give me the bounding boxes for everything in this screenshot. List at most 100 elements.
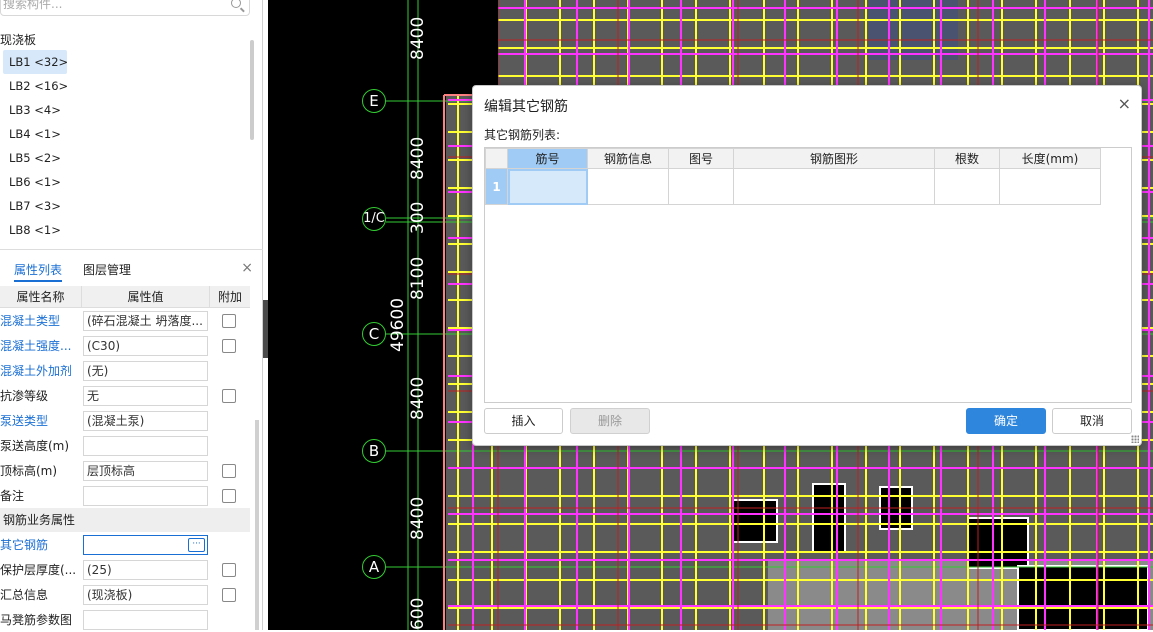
property-name: 抗渗等级 xyxy=(0,389,49,403)
col-length[interactable]: 长度(mm) xyxy=(999,148,1101,169)
search-input[interactable] xyxy=(1,0,211,15)
ok-button[interactable]: 确定 xyxy=(966,408,1046,434)
header-attach: 附加 xyxy=(217,290,242,304)
empty-area xyxy=(443,0,498,95)
panel-tabs: 属性列表 图层管理 × xyxy=(0,258,263,282)
property-value-field[interactable]: 层顶标高 xyxy=(83,460,208,481)
axis-bubble: A xyxy=(362,555,386,579)
property-row[interactable]: 备注 xyxy=(0,483,250,508)
component-item[interactable]: LB7 <3> xyxy=(3,194,67,218)
property-row[interactable]: 汇总信息 (现浇板) xyxy=(0,582,250,607)
cell-bar-info[interactable] xyxy=(587,168,669,205)
property-row[interactable]: 泵送类型 (混凝土泵) xyxy=(0,408,250,433)
corner-cell xyxy=(485,148,508,169)
property-row[interactable]: 混凝土外加剂 (无) xyxy=(0,358,250,383)
attach-checkbox[interactable] xyxy=(222,488,236,503)
component-item[interactable]: LB6 <1> xyxy=(3,170,67,194)
dimension-label: 8400 xyxy=(408,496,428,540)
list-scrollbar[interactable] xyxy=(250,40,254,140)
component-item[interactable]: LB1 <32> xyxy=(3,50,68,74)
attach-checkbox[interactable] xyxy=(222,313,236,328)
total-dimension-label: 49600 xyxy=(388,297,408,352)
ellipsis-button[interactable]: ··· xyxy=(188,537,205,552)
property-value-field[interactable]: (现浇板) xyxy=(83,584,208,605)
dialog-title: 编辑其它钢筋 xyxy=(484,99,568,115)
resize-grip-icon[interactable] xyxy=(1131,435,1139,443)
search-icon[interactable] xyxy=(231,0,241,8)
component-item[interactable]: LB8 <1> xyxy=(3,218,67,242)
property-row[interactable]: 抗渗等级 无 xyxy=(0,383,250,408)
cancel-button[interactable]: 取消 xyxy=(1052,408,1132,434)
header-value: 属性值 xyxy=(82,286,210,307)
property-row[interactable]: 顶标高(m) 层顶标高 xyxy=(0,458,250,483)
property-value-field[interactable] xyxy=(83,609,208,630)
property-value: 层顶标高 xyxy=(87,463,136,478)
property-group-rebar[interactable]: 钢筋业务属性 xyxy=(0,508,250,532)
property-table: 属性名称 属性值 附加 混凝土类型 (碎石混凝土 坍落度... 混凝土强度... (C… xyxy=(0,286,250,632)
property-row[interactable]: 混凝土强度... (C30) xyxy=(0,333,250,358)
attach-checkbox[interactable] xyxy=(222,587,236,602)
property-value: (C30) xyxy=(87,338,121,353)
tab-properties[interactable]: 属性列表 xyxy=(14,258,63,282)
column-block xyxy=(732,499,778,543)
property-value-field[interactable] xyxy=(83,435,208,456)
property-value: 无 xyxy=(87,388,100,403)
property-value-field[interactable]: (无) xyxy=(83,360,208,381)
property-header: 属性名称 属性值 附加 xyxy=(0,286,250,308)
property-row[interactable]: 保护层厚度(... (25) xyxy=(0,557,250,582)
property-name: 保护层厚度(... xyxy=(0,563,77,577)
component-item[interactable]: LB4 <1> xyxy=(3,122,67,146)
tree-group-label[interactable]: 现浇板 xyxy=(0,31,36,48)
property-value-field[interactable]: ··· xyxy=(83,534,208,555)
property-row[interactable]: 马凳筋参数图 xyxy=(0,607,250,632)
property-value-field[interactable]: (C30) xyxy=(83,335,208,356)
component-item[interactable]: LB2 <16> xyxy=(3,74,68,98)
axis-bubble: C xyxy=(362,322,386,346)
cell-figure-no[interactable] xyxy=(668,168,734,205)
col-bar-info[interactable]: 钢筋信息 xyxy=(587,148,669,169)
component-item[interactable]: LB3 <4> xyxy=(3,98,67,122)
attach-checkbox[interactable] xyxy=(222,388,236,403)
column-block xyxy=(812,483,846,553)
attach-checkbox[interactable] xyxy=(222,463,236,478)
col-figure-no[interactable]: 图号 xyxy=(668,148,734,169)
property-rows: 混凝土类型 (碎石混凝土 坍落度... 混凝土强度... (C30) 混凝土外加剂 (无)… xyxy=(0,308,250,508)
delete-button[interactable]: 删除 xyxy=(570,408,650,434)
rebar-table: 筋号 钢筋信息 图号 钢筋图形 根数 长度(mm) 1 xyxy=(485,148,1101,205)
col-bar-shape[interactable]: 钢筋图形 xyxy=(733,148,935,169)
property-value-field[interactable]: (25) xyxy=(83,559,208,580)
property-value: (现浇板) xyxy=(87,587,133,602)
panel-scrollbar[interactable] xyxy=(255,420,259,630)
property-row[interactable]: 泵送高度(m) xyxy=(0,433,250,458)
col-bar-no[interactable]: 筋号 xyxy=(507,148,588,169)
property-name: 泵送高度(m) xyxy=(0,439,70,453)
property-value-field[interactable]: 无 xyxy=(83,385,208,406)
close-icon[interactable]: × xyxy=(241,260,253,276)
property-row[interactable]: 混凝土类型 (碎石混凝土 坍落度... xyxy=(0,308,250,333)
property-value-field[interactable] xyxy=(83,485,208,506)
property-row[interactable]: 其它钢筋 ··· xyxy=(0,532,250,557)
attach-checkbox[interactable] xyxy=(222,562,236,577)
cell-length[interactable] xyxy=(999,168,1101,205)
cell-count[interactable] xyxy=(934,168,1000,205)
search-box[interactable] xyxy=(0,0,250,16)
tab-layers[interactable]: 图层管理 xyxy=(83,258,131,282)
component-item[interactable]: LB5 <2> xyxy=(3,146,67,170)
component-list: LB1 <32> LB2 <16> LB3 <4> LB4 <1> LB5 <2… xyxy=(0,50,250,242)
cell-bar-shape[interactable] xyxy=(733,168,935,205)
dimension-label: 8400 xyxy=(408,376,428,420)
property-name: 混凝土外加剂 xyxy=(0,364,73,378)
property-value-field[interactable]: (混凝土泵) xyxy=(83,410,208,431)
axis-bubble: E xyxy=(362,89,386,113)
attach-checkbox[interactable] xyxy=(222,338,236,353)
col-count[interactable]: 根数 xyxy=(934,148,1000,169)
close-icon[interactable]: × xyxy=(1118,94,1131,113)
table-row[interactable]: 1 xyxy=(485,168,1101,205)
property-value-field[interactable]: (碎石混凝土 坍落度... xyxy=(83,310,208,331)
insert-button[interactable]: 插入 xyxy=(484,408,563,434)
property-name: 马凳筋参数图 xyxy=(0,613,73,627)
row-number[interactable]: 1 xyxy=(485,168,508,205)
header-name: 属性名称 xyxy=(0,286,82,307)
cell-bar-no[interactable] xyxy=(507,168,588,205)
edit-other-rebar-dialog: 编辑其它钢筋 × 其它钢筋列表: 筋号 钢筋信息 图号 钢筋图形 根数 长度(m… xyxy=(472,85,1142,446)
